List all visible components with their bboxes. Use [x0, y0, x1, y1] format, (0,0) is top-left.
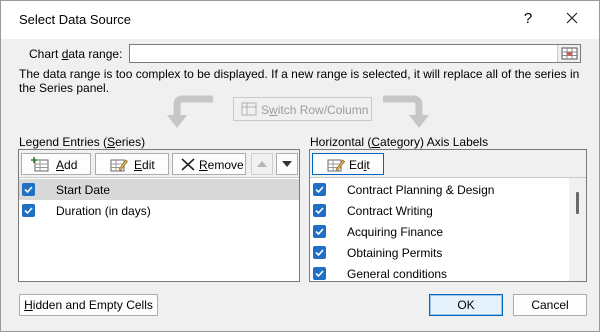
remove-icon	[180, 157, 196, 175]
remove-series-label: Remove	[199, 158, 244, 172]
category-row[interactable]: Contract Planning & Design	[310, 179, 586, 200]
category-label: Obtaining Permits	[347, 246, 443, 260]
edit-series-button[interactable]: Edit	[95, 153, 169, 175]
axis-labels-panel: Edit Contract Planning & Design Contract…	[309, 149, 587, 282]
remove-series-button[interactable]: Remove	[172, 153, 246, 175]
category-label: Acquiring Finance	[347, 225, 444, 239]
move-up-icon[interactable]	[251, 153, 273, 175]
add-series-button[interactable]: Add	[21, 153, 91, 175]
edit-icon	[110, 157, 128, 175]
chart-data-range-label: Chart data range:	[29, 47, 123, 61]
switch-row-column-button[interactable]: Switch Row/Column	[233, 97, 372, 121]
series-checkbox[interactable]	[22, 204, 35, 217]
switch-row-column-icon	[241, 102, 257, 119]
category-checkbox[interactable]	[313, 204, 326, 217]
switch-row-column-label: Switch Row/Column	[261, 103, 369, 117]
close-icon[interactable]	[561, 7, 583, 29]
legend-entries-panel: Add Edit Remove Start Date Duration (in …	[18, 149, 300, 282]
edit-icon	[327, 157, 345, 175]
range-message: The data range is too complex to be disp…	[19, 67, 580, 95]
category-label: Contract Writing	[347, 204, 433, 218]
series-row[interactable]: Duration (in days)	[19, 200, 299, 221]
series-label: Start Date	[56, 183, 111, 197]
category-row[interactable]: Obtaining Permits	[310, 242, 586, 263]
category-row[interactable]: General conditions	[310, 263, 586, 281]
category-label: Contract Planning & Design	[347, 183, 495, 197]
category-label: General conditions	[347, 267, 448, 281]
series-label: Duration (in days)	[56, 204, 151, 218]
legend-entries-title: Legend Entries (Series)	[19, 135, 146, 149]
category-checkbox[interactable]	[313, 267, 326, 280]
category-checkbox[interactable]	[313, 246, 326, 259]
axis-labels-scrollbar[interactable]	[569, 178, 586, 281]
hidden-empty-cells-label: Hidden and Empty Cells	[24, 298, 153, 312]
dialog-titlebar: Select Data Source ?	[1, 1, 599, 39]
legend-toolbar: Add Edit Remove	[19, 150, 299, 178]
category-row[interactable]: Contract Writing	[310, 200, 586, 221]
add-icon	[31, 157, 49, 175]
category-checkbox[interactable]	[313, 183, 326, 196]
category-checkbox[interactable]	[313, 225, 326, 238]
category-row[interactable]: Acquiring Finance	[310, 221, 586, 242]
arrow-right-icon	[381, 95, 431, 132]
arrow-left-icon	[165, 95, 215, 132]
dialog-title: Select Data Source	[19, 12, 132, 27]
axis-labels-title: Horizontal (Category) Axis Labels	[310, 135, 489, 149]
scrollbar-thumb[interactable]	[576, 192, 579, 214]
series-row[interactable]: Start Date	[19, 179, 299, 200]
select-data-source-dialog: Select Data Source ? Chart data range: T…	[0, 0, 600, 332]
edit-axis-labels-label: Edit	[349, 158, 370, 172]
ok-button[interactable]: OK	[429, 294, 503, 316]
hidden-empty-cells-button[interactable]: Hidden and Empty Cells	[19, 294, 158, 316]
range-collapse-icon[interactable]	[557, 45, 580, 62]
edit-axis-labels-button[interactable]: Edit	[312, 153, 384, 175]
edit-series-label: Edit	[134, 158, 155, 172]
cancel-button[interactable]: Cancel	[513, 294, 587, 316]
series-checkbox[interactable]	[22, 183, 35, 196]
add-series-label: Add	[56, 158, 78, 172]
move-down-icon[interactable]	[276, 153, 298, 175]
help-button[interactable]: ?	[521, 10, 535, 27]
axis-toolbar: Edit	[310, 150, 586, 178]
chart-data-range-input[interactable]	[129, 44, 581, 63]
